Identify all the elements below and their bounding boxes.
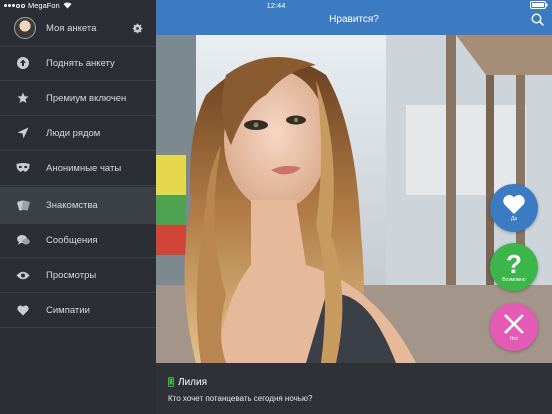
sidebar-item-label: Симпатии bbox=[46, 304, 90, 316]
profile-status-text: Кто хочет потанцевать сегодня ночью? bbox=[168, 394, 313, 403]
mask-icon bbox=[16, 161, 30, 175]
star-icon bbox=[16, 91, 30, 105]
battery-icon bbox=[530, 1, 548, 11]
sidebar-item-people-nearby[interactable]: Люди рядом bbox=[0, 116, 156, 151]
sidebar-item-anonymous-chats[interactable]: Анонимные чаты bbox=[0, 151, 156, 186]
sidebar-item-messages[interactable]: Сообщения bbox=[0, 223, 156, 258]
sidebar-item-label: Поднять анкету bbox=[46, 57, 115, 69]
sidebar-item-likes[interactable]: Симпатии bbox=[0, 293, 156, 328]
dislike-button[interactable]: Нет bbox=[490, 303, 538, 351]
sidebar-menu: Моя анкета Поднять анкету Премиум включе… bbox=[0, 0, 156, 414]
maybe-button[interactable]: ? Возможно bbox=[490, 243, 538, 291]
mobile-online-icon bbox=[168, 377, 174, 387]
location-arrow-icon bbox=[16, 126, 30, 140]
profile-photo[interactable]: Да ? Возможно Нет bbox=[156, 35, 552, 363]
profile-name[interactable]: Лилия bbox=[178, 377, 207, 388]
sidebar-item-label: Моя анкета bbox=[46, 22, 97, 34]
sidebar-item-views[interactable]: Просмотры bbox=[0, 258, 156, 293]
eye-icon bbox=[16, 268, 30, 282]
search-icon[interactable] bbox=[531, 13, 544, 26]
sidebar-item-boost[interactable]: Поднять анкету bbox=[0, 46, 156, 81]
dislike-button-label: Нет bbox=[509, 335, 519, 342]
profile-caption: Лилия Кто хочет потанцевать сегодня ночь… bbox=[156, 363, 552, 414]
like-button-label: Да bbox=[510, 216, 518, 222]
like-button[interactable]: Да bbox=[490, 184, 538, 232]
sidebar-item-label: Премиум включен bbox=[46, 92, 127, 104]
heart-icon bbox=[503, 195, 525, 215]
sidebar-item-my-profile[interactable]: Моя анкета bbox=[0, 10, 156, 47]
arrow-up-circle-icon bbox=[16, 56, 30, 70]
chat-bubbles-icon bbox=[16, 233, 30, 247]
sidebar-item-dating[interactable]: Знакомства bbox=[0, 187, 156, 224]
page-title: Нравится? bbox=[329, 14, 379, 25]
status-bar: MegaFon 12:44 bbox=[0, 0, 552, 12]
avatar bbox=[14, 17, 36, 39]
heart-icon bbox=[16, 303, 30, 317]
sidebar-item-label: Люди рядом bbox=[46, 127, 101, 139]
question-mark-icon: ? bbox=[506, 248, 522, 279]
cards-icon bbox=[16, 198, 30, 212]
sidebar-item-label: Сообщения bbox=[46, 234, 98, 246]
sidebar-item-label: Знакомства bbox=[46, 199, 98, 211]
sidebar-item-label: Просмотры bbox=[46, 269, 97, 281]
gear-icon[interactable] bbox=[131, 22, 144, 35]
sidebar-item-premium[interactable]: Премиум включен bbox=[0, 81, 156, 116]
status-time: 12:44 bbox=[266, 1, 286, 10]
close-icon bbox=[504, 313, 524, 334]
sidebar-item-label: Анонимные чаты bbox=[46, 162, 122, 174]
maybe-button-label: Возможно bbox=[502, 276, 526, 283]
